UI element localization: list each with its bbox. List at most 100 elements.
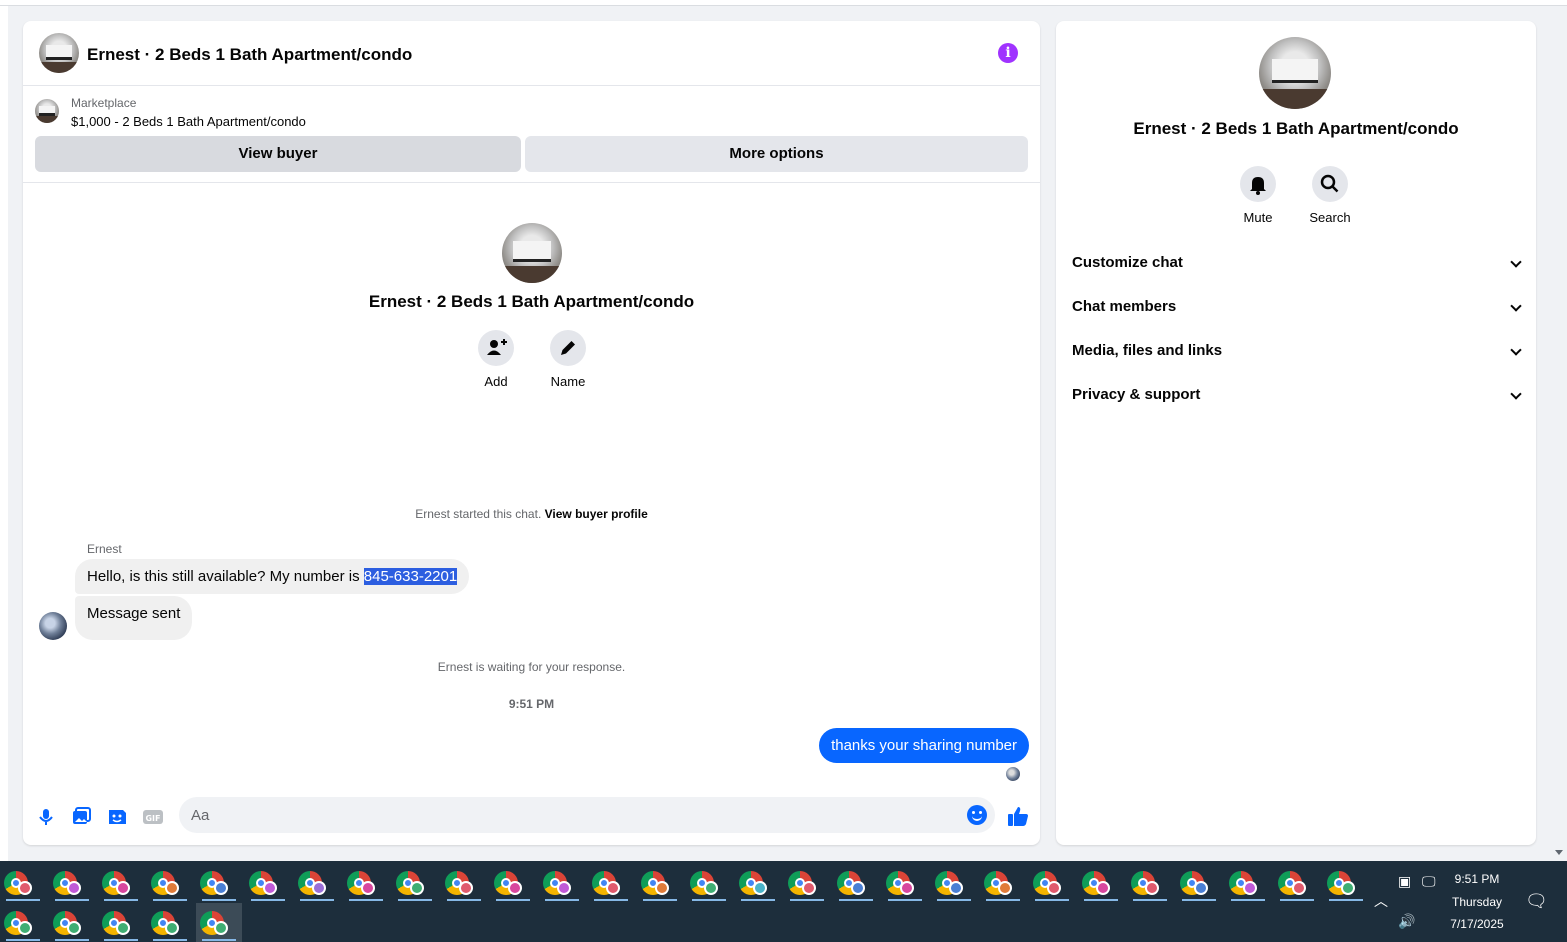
chevron-down-icon <box>1510 344 1522 356</box>
running-indicator <box>104 899 138 901</box>
running-indicator <box>1182 899 1216 901</box>
phone-number-selection[interactable]: 845-633-2201 <box>363 568 458 585</box>
scroll-down-arrow-icon[interactable] <box>1555 850 1563 855</box>
chrome-taskbar-button[interactable] <box>1029 863 1075 903</box>
message-input[interactable] <box>191 797 951 833</box>
chrome-taskbar-button[interactable] <box>833 863 879 903</box>
running-indicator <box>986 899 1020 901</box>
search-icon[interactable] <box>1312 166 1348 202</box>
chrome-taskbar-button[interactable] <box>1323 863 1369 903</box>
bell-icon[interactable] <box>1240 166 1276 202</box>
chrome-taskbar-button[interactable] <box>539 863 585 903</box>
message-composer: GIF <box>23 795 1040 839</box>
chat-title[interactable]: Ernest · 2 Beds 1 Bath Apartment/condo <box>87 45 412 65</box>
chrome-taskbar-button[interactable] <box>147 903 193 942</box>
network-icon[interactable]: 🖵 <box>1422 873 1436 890</box>
chrome-taskbar-button[interactable] <box>588 863 634 903</box>
chrome-taskbar-button[interactable] <box>1225 863 1271 903</box>
page-scrollbar[interactable] <box>1551 6 1567 861</box>
show-hidden-icons-icon[interactable]: ︿ <box>1374 891 1388 911</box>
chrome-taskbar-button[interactable] <box>196 863 242 903</box>
chrome-taskbar-button[interactable] <box>392 863 438 903</box>
chrome-taskbar-button[interactable] <box>490 863 536 903</box>
running-indicator <box>741 899 775 901</box>
chrome-taskbar-button[interactable] <box>0 903 46 942</box>
chrome-taskbar-button[interactable] <box>1127 863 1173 903</box>
mute-action[interactable]: Mute <box>1223 166 1293 225</box>
listing-title[interactable]: $1,000 - 2 Beds 1 Bath Apartment/condo <box>71 114 306 129</box>
chrome-taskbar-button[interactable] <box>980 863 1026 903</box>
chrome-taskbar-button[interactable] <box>98 863 144 903</box>
name-chat-action[interactable]: Name <box>533 330 603 389</box>
chrome-taskbar-button[interactable] <box>637 863 683 903</box>
running-indicator <box>496 899 530 901</box>
chrome-taskbar-button[interactable] <box>49 903 95 942</box>
pencil-icon[interactable] <box>550 330 586 366</box>
running-indicator <box>251 899 285 901</box>
incoming-message[interactable]: Message sent <box>75 596 193 640</box>
side-avatar[interactable] <box>1259 37 1331 109</box>
add-person-icon[interactable] <box>478 330 514 366</box>
chrome-taskbar-button[interactable] <box>343 863 389 903</box>
meet-now-icon[interactable]: ▣ <box>1398 873 1411 890</box>
chrome-taskbar-button[interactable] <box>196 903 242 942</box>
chrome-taskbar-button[interactable] <box>735 863 781 903</box>
chrome-taskbar-button[interactable] <box>245 863 291 903</box>
clock-time[interactable]: 9:51 PM <box>1440 872 1514 886</box>
chrome-taskbar-button[interactable] <box>147 863 193 903</box>
running-indicator <box>447 899 481 901</box>
profile-badge-icon <box>1292 881 1306 895</box>
sender-avatar[interactable] <box>39 612 67 640</box>
search-action[interactable]: Search <box>1295 166 1365 225</box>
chrome-taskbar-button[interactable] <box>1176 863 1222 903</box>
chrome-taskbar-button[interactable] <box>441 863 487 903</box>
incoming-message[interactable]: Hello, is this still available? My numbe… <box>75 559 470 594</box>
chat-avatar[interactable] <box>39 33 79 73</box>
chrome-taskbar-button[interactable] <box>784 863 830 903</box>
outgoing-message[interactable]: thanks your sharing number <box>819 728 1029 763</box>
svg-text:GIF: GIF <box>145 814 160 823</box>
running-indicator <box>692 899 726 901</box>
add-people-action[interactable]: Add <box>461 330 531 389</box>
section-media-files-links[interactable]: Media, files and links <box>1072 329 1522 373</box>
listing-thumbnail[interactable] <box>35 99 59 123</box>
photo-icon[interactable] <box>70 806 92 828</box>
profile-badge-icon <box>704 881 718 895</box>
microphone-icon[interactable] <box>35 806 57 828</box>
clock-date[interactable]: 7/17/2025 <box>1440 917 1514 931</box>
info-icon[interactable]: i <box>998 43 1018 63</box>
more-options-button[interactable]: More options <box>525 136 1028 172</box>
profile-badge-icon <box>459 881 473 895</box>
running-indicator <box>202 939 236 941</box>
section-privacy-support[interactable]: Privacy & support <box>1072 373 1522 417</box>
sticker-icon[interactable] <box>106 806 128 828</box>
volume-icon[interactable]: 🔊 <box>1398 913 1415 930</box>
chrome-taskbar-button[interactable] <box>1078 863 1124 903</box>
running-indicator <box>1231 899 1265 901</box>
chrome-taskbar-button[interactable] <box>931 863 977 903</box>
profile-badge-icon <box>116 921 130 935</box>
gif-icon[interactable]: GIF <box>142 806 164 828</box>
chrome-taskbar-button[interactable] <box>0 863 46 903</box>
profile-badge-icon <box>67 881 81 895</box>
chrome-taskbar-button[interactable] <box>49 863 95 903</box>
running-indicator <box>1280 899 1314 901</box>
chrome-taskbar-button[interactable] <box>1274 863 1320 903</box>
view-buyer-button[interactable]: View buyer <box>35 136 521 172</box>
running-indicator <box>349 899 383 901</box>
taskbar: ︿ ▣ 🖵 🔊 9:51 PM Thursday 7/17/2025 🗨 <box>0 861 1567 942</box>
section-customize-chat[interactable]: Customize chat <box>1072 241 1522 285</box>
chrome-taskbar-button[interactable] <box>686 863 732 903</box>
profile-badge-icon <box>214 881 228 895</box>
like-thumbs-up-icon[interactable] <box>1006 804 1030 828</box>
chat-header: Ernest · 2 Beds 1 Bath Apartment/condo i <box>23 21 1040 86</box>
chrome-taskbar-button[interactable] <box>98 903 144 942</box>
clock-day[interactable]: Thursday <box>1440 895 1514 909</box>
notifications-icon[interactable]: 🗨 <box>1525 891 1548 912</box>
emoji-icon[interactable] <box>967 805 987 825</box>
chrome-taskbar-button[interactable] <box>882 863 928 903</box>
section-chat-members[interactable]: Chat members <box>1072 285 1522 329</box>
view-buyer-profile-link[interactable]: View buyer profile <box>545 507 648 521</box>
chrome-taskbar-button[interactable] <box>294 863 340 903</box>
chevron-down-icon <box>1510 300 1522 312</box>
